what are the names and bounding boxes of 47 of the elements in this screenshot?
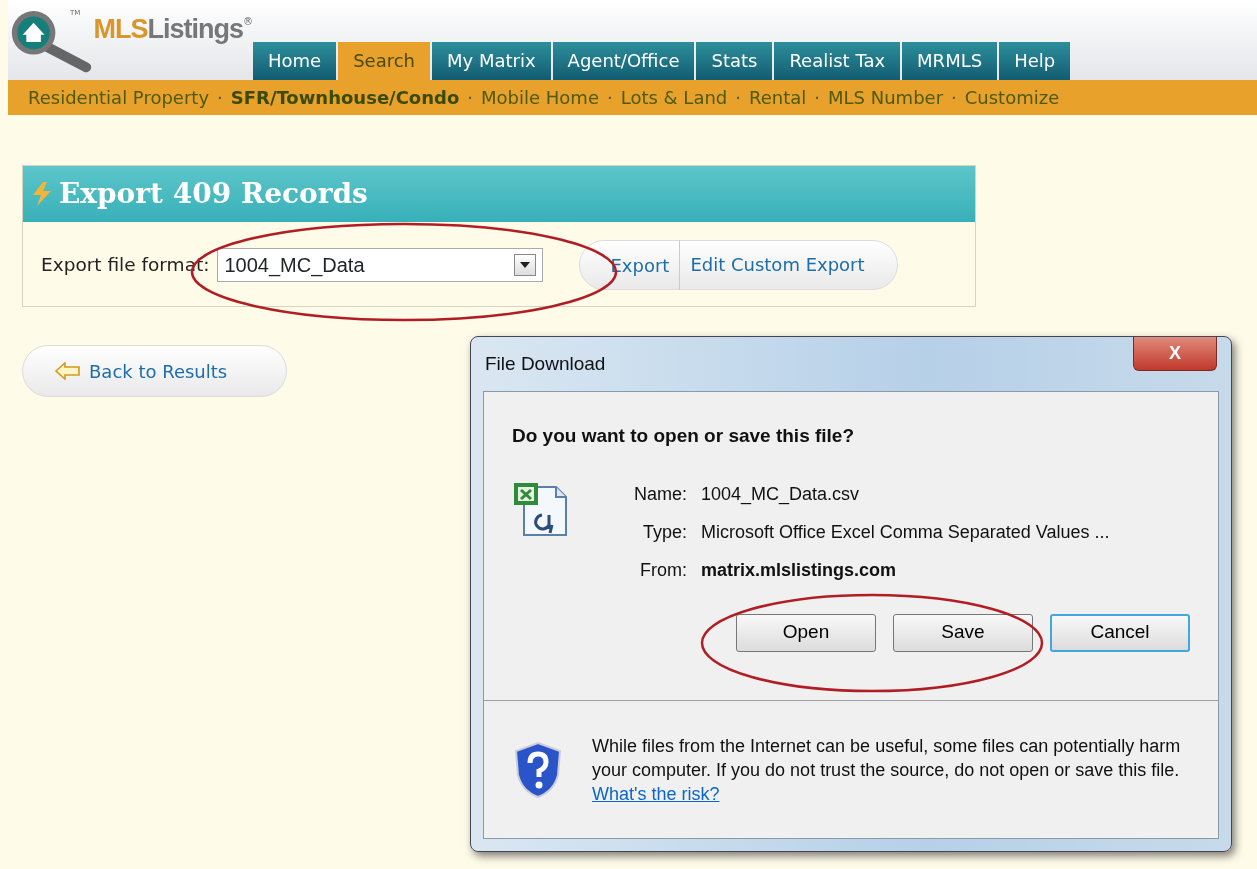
nav-tab[interactable]: Search [338, 42, 430, 80]
field-value: 1004_MC_Data.csv [701, 482, 861, 507]
dialog-button[interactable]: Open [736, 613, 876, 652]
separator-dot: · [607, 86, 613, 110]
separator-dot: · [217, 86, 223, 110]
nav-tab[interactable]: MRMLS [902, 42, 998, 80]
lightning-icon [31, 182, 53, 206]
subnav-link[interactable]: SFR/Townhouse/Condo [230, 84, 460, 111]
left-arrow-icon [55, 362, 81, 380]
action-link[interactable]: Edit Custom Export [679, 240, 875, 290]
action-link[interactable]: Export [600, 251, 680, 279]
nav-tab[interactable]: Agent/Office [552, 42, 695, 80]
separator-dot: · [951, 86, 957, 110]
subnav-link[interactable]: Mobile Home [481, 84, 599, 111]
dialog-question: Do you want to open or save this file? [512, 424, 856, 448]
close-button[interactable]: X [1133, 337, 1217, 371]
format-dropdown[interactable]: 1004_MC_Data [217, 248, 544, 282]
nav-tab[interactable]: My Matrix [432, 42, 551, 80]
nav-tab[interactable]: Home [253, 42, 337, 80]
caret-icon [520, 262, 531, 268]
field-label: From: [639, 558, 687, 582]
field-label: Name: [634, 482, 687, 506]
field-label: Type: [642, 520, 687, 544]
registered-mark: ® [243, 15, 253, 29]
separator-dot: · [467, 86, 474, 110]
logo-text: MLSListings [93, 16, 243, 43]
subnav-link[interactable]: Customize [964, 84, 1060, 111]
separator-dot: · [735, 86, 741, 110]
panel-title: Export 409 Records [59, 176, 368, 212]
field-value: Microsoft Office Excel Comma Separated Values ... [701, 520, 1110, 544]
subnav-link[interactable]: MLS Number [828, 84, 944, 111]
nav-tab[interactable]: Realist Tax [774, 42, 901, 80]
subnav-link[interactable]: Residential Property [28, 84, 210, 111]
risk-link[interactable]: What's the risk? [592, 783, 720, 804]
dialog-button[interactable]: Cancel [1050, 613, 1190, 652]
subnav-link[interactable]: Rental [749, 84, 807, 111]
field-value: matrix.mlslistings.com [701, 558, 898, 582]
security-shield-icon [514, 740, 562, 799]
subnav-link[interactable]: Lots & Land [620, 84, 728, 111]
dialog-button[interactable]: Save [893, 613, 1033, 652]
separator-dot: · [814, 86, 820, 110]
nav-tab[interactable]: Stats [696, 42, 773, 80]
back-button[interactable]: Back to Results [22, 345, 287, 397]
dialog-title: File Download [484, 351, 606, 376]
spreadsheet-file-icon [512, 480, 570, 539]
nav-tab[interactable]: Help [999, 42, 1071, 80]
security-warning-text: While files from the Internet can be useful, some files can potentially harm your computer. If you do not trust the source, do not open or save this file. What's the risk? [592, 734, 1182, 806]
